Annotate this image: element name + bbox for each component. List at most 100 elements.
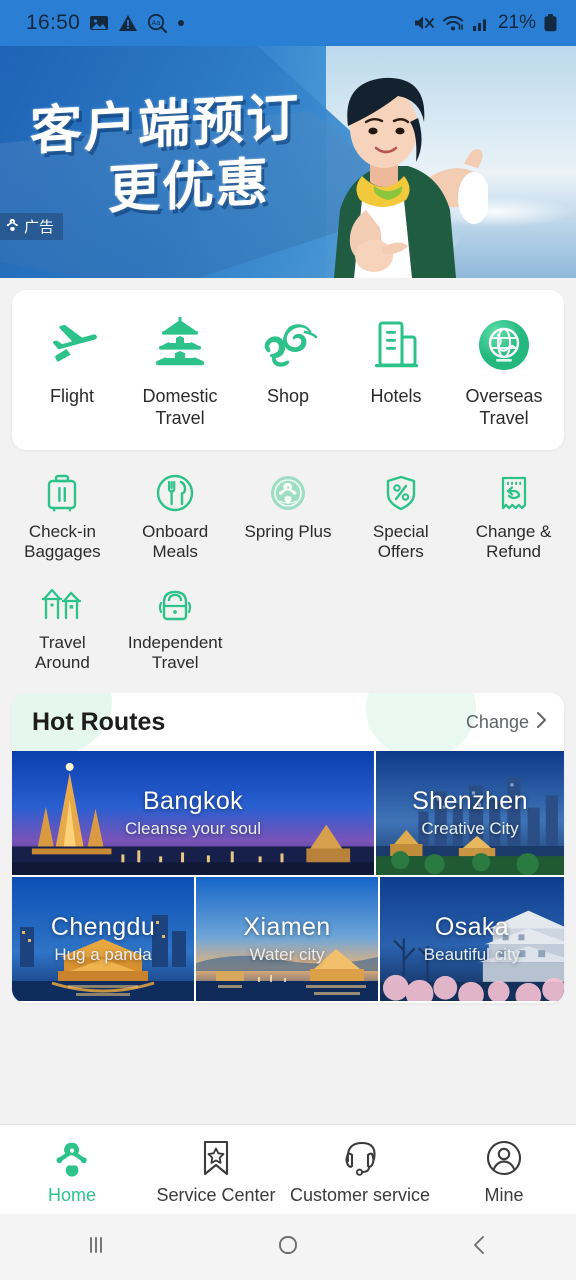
hot-routes-header: Hot Routes Change [12,693,564,752]
service-onboard-meals[interactable]: Onboard Meals [119,466,232,569]
label-line2: Around [34,653,90,673]
refund-receipt-icon [496,472,532,514]
service-flight[interactable]: Flight [18,316,126,408]
chevron-right-icon [536,711,548,734]
label-line2: Baggages [24,542,101,562]
service-special-offers[interactable]: Special Offers [344,466,457,569]
route-name: Shenzhen [412,787,528,816]
dot-icon [177,19,185,27]
route-subtitle: Cleanse your soul [124,819,262,839]
label-line2: Offers [377,542,424,562]
change-routes-button[interactable]: Change [466,711,548,734]
recents-icon [83,1232,109,1263]
spring-plus-badge-icon [268,472,308,514]
route-card-shenzhen[interactable]: Shenzhen Creative City [376,751,564,878]
route-subtitle: Beautiful city [423,945,521,965]
service-label: Shop [266,386,310,406]
back-chevron-icon [467,1232,493,1263]
status-time: 16:50 [26,11,81,34]
bottom-tab-bar: Home Service Center Customer service Min… [0,1124,576,1214]
ad-label-badge: 广告 [0,213,64,240]
back-button[interactable] [420,1232,540,1263]
hot-routes-card: Hot Routes Change Bangkok Cleanse your s… [12,693,564,1004]
route-subtitle: Water city [249,945,325,965]
person-circle-icon [485,1138,523,1178]
battery-percent: 21% [497,12,536,33]
service-travel-around[interactable]: Travel Around [6,577,119,680]
service-domestic-travel[interactable]: Domestic Travel [126,316,234,430]
service-independent-travel[interactable]: Independent Travel [119,577,232,680]
meal-icon [155,472,195,514]
recents-button[interactable] [36,1232,156,1263]
label-line2: Travel [155,407,205,428]
label-line1: Special [372,521,429,541]
routes-row-1: Bangkok Cleanse your soul Shenzhen Creat… [12,751,564,878]
bookmark-star-icon [199,1138,233,1178]
route-subtitle: Creative City [421,819,519,839]
service-label: Flight [49,386,94,406]
status-bar: 16:50 Aa 21% [0,0,576,46]
service-shop[interactable]: Shop [234,316,342,408]
promo-banner[interactable]: 客户端预订 更优惠 广告 [0,46,576,278]
route-card-osaka[interactable]: Osaka Beautiful city [380,877,564,1004]
tab-mine[interactable]: Mine [432,1138,576,1206]
service-label: Special Offers [373,522,429,563]
backpack-icon [156,583,194,625]
home-circle-icon [275,1232,301,1263]
status-bar-right: 21% [413,12,558,34]
status-bar-left: 16:50 Aa [26,11,185,35]
service-label: Onboard Meals [142,522,208,563]
tab-customer-service[interactable]: Customer service [288,1138,432,1206]
route-card-chengdu[interactable]: Chengdu Hug a panda [12,877,196,1004]
ad-label-text: 广告 [24,218,55,236]
service-overseas-travel[interactable]: Overseas Travel [450,316,558,430]
content-area: Flight Domestic Travel Shop Hotels Overs… [0,278,576,1124]
spring-airlines-logo-icon [5,217,20,236]
label-line1: Overseas [465,386,543,406]
service-change-refund[interactable]: Change & Refund [457,466,570,569]
stewardess-photo [278,60,490,278]
label-line2: Refund [486,542,541,562]
label-line2: Meals [152,542,198,562]
route-name: Xiamen [243,913,331,942]
image-icon [89,13,109,33]
service-label: Overseas Travel [465,386,542,430]
service-spring-plus[interactable]: Spring Plus [232,466,345,569]
service-label: Independent Travel [128,633,223,674]
banner-headline-line2: 更优惠 [108,152,271,221]
warning-icon [118,13,138,33]
routes-grid: Bangkok Cleanse your soul Shenzhen Creat… [12,751,564,1004]
temples-icon [40,583,84,625]
suitcase-icon [43,472,81,514]
globe-circle-icon [476,316,532,374]
airplane-icon [44,316,100,374]
label-line1: Change & [475,521,552,541]
signal-icon [472,13,491,33]
service-label: Check-in Baggages [24,522,101,563]
secondary-services-grid: Check-in Baggages Onboard Meals Spring P… [6,466,570,680]
label-line1: Check-in [28,521,96,541]
label-line1: Onboard [142,521,209,541]
svg-text:Aa: Aa [152,19,161,27]
building-icon [369,316,423,374]
route-card-xiamen[interactable]: Xiamen Water city [196,877,380,1004]
banner-headline-line1: 客户端预订 [30,87,301,163]
label-line2: Travel [479,407,529,428]
spring-cloud-logo-icon [257,316,319,374]
route-card-bangkok[interactable]: Bangkok Cleanse your soul [12,751,376,878]
primary-services-card: Flight Domestic Travel Shop Hotels Overs… [12,290,564,450]
screen-translate-icon: Aa [147,13,168,34]
tab-service-center[interactable]: Service Center [144,1138,288,1206]
home-button[interactable] [228,1232,348,1263]
service-check-in-baggages[interactable]: Check-in Baggages [6,466,119,569]
change-label: Change [465,711,529,732]
tab-home[interactable]: Home [0,1138,144,1206]
label-line1: Independent [127,632,223,652]
pagoda-icon [151,316,209,374]
android-nav-bar [0,1214,576,1280]
route-name: Bangkok [142,787,244,816]
route-subtitle: Hug a panda [54,945,152,965]
app-root: 16:50 Aa 21% 客户端预订 更优惠 广告 Flight Domesti… [0,0,576,1280]
tab-label: Mine [484,1184,524,1205]
service-hotels[interactable]: Hotels [342,316,450,408]
